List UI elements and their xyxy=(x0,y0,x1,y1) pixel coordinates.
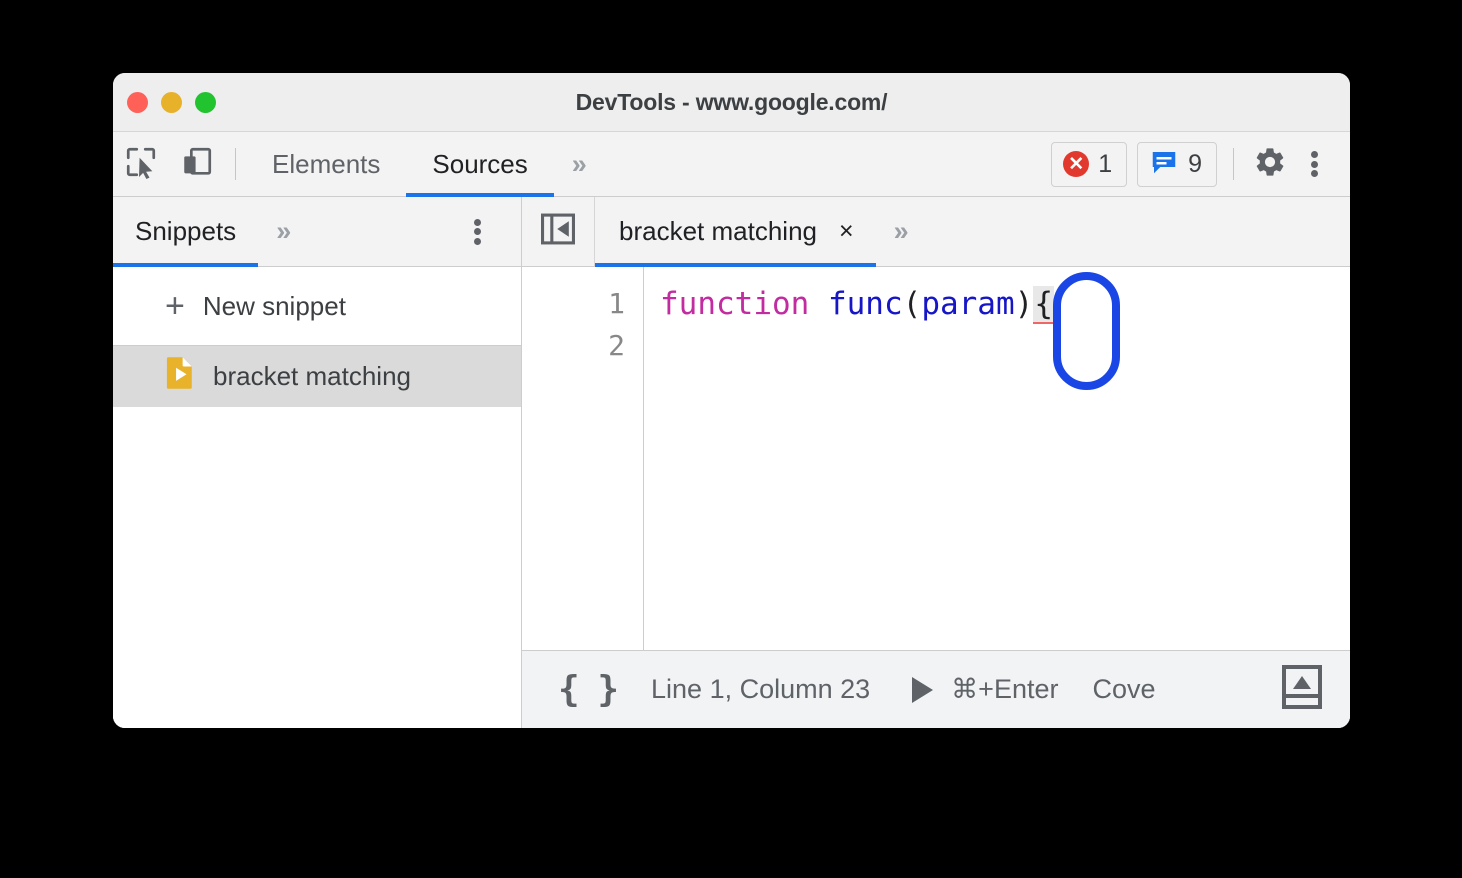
code-keyword: function xyxy=(660,286,810,322)
toolbar-right-group: ✕ 1 9 xyxy=(1051,132,1350,196)
collapse-sidebar-icon xyxy=(539,212,577,251)
tab-sources[interactable]: Sources xyxy=(406,132,555,197)
snippet-file-icon xyxy=(165,356,195,397)
title-bar: DevTools - www.google.com/ xyxy=(113,73,1350,132)
devtools-toolbar: Elements Sources » ✕ 1 9 xyxy=(113,132,1350,197)
sidebar-tab-snippets-label: Snippets xyxy=(135,216,237,246)
line-number: 1 xyxy=(608,287,625,320)
device-toolbar-icon xyxy=(180,145,214,184)
editor-more-tabs-button[interactable]: » xyxy=(876,197,923,266)
devtools-body: Snippets » + New snippet bracket matchin… xyxy=(113,197,1350,728)
inspect-element-icon xyxy=(124,145,158,184)
sidebar-more-tabs-button[interactable]: » xyxy=(258,197,305,266)
kebab-menu-icon xyxy=(473,216,481,247)
code-editor[interactable]: 1 2 function func(param){ xyxy=(522,267,1350,650)
gear-icon xyxy=(1253,145,1287,184)
plus-icon: + xyxy=(165,287,185,325)
message-count: 9 xyxy=(1188,149,1202,178)
chevron-double-right-icon: » xyxy=(893,216,909,246)
error-count: 1 xyxy=(1098,149,1113,178)
message-icon xyxy=(1149,147,1179,182)
message-counter-button[interactable]: 9 xyxy=(1137,141,1217,187)
drawer-toggle-icon xyxy=(1282,665,1322,713)
error-counter-button[interactable]: ✕ 1 xyxy=(1051,141,1128,187)
tab-sources-label: Sources xyxy=(432,148,528,179)
inspect-element-button[interactable] xyxy=(113,132,169,196)
toolbar-divider xyxy=(235,148,236,180)
new-snippet-label: New snippet xyxy=(202,290,346,321)
editor-tab-bracket-matching[interactable]: bracket matching × xyxy=(595,197,876,267)
editor-tab-label: bracket matching xyxy=(619,216,817,246)
tab-elements[interactable]: Elements xyxy=(246,132,406,196)
device-toolbar-button[interactable] xyxy=(169,132,225,196)
play-icon[interactable] xyxy=(912,676,934,703)
code-paren-close: ) xyxy=(1014,286,1034,322)
sources-navigator-sidebar: Snippets » + New snippet bracket matchin… xyxy=(113,197,522,728)
toolbar-right-divider xyxy=(1233,148,1234,180)
collapse-navigator-button[interactable] xyxy=(522,197,595,266)
sidebar-more-options-button[interactable] xyxy=(455,210,499,254)
run-shortcut-label: ⌘+Enter xyxy=(951,674,1059,704)
line-number: 2 xyxy=(608,329,625,362)
code-function-name: func xyxy=(827,286,903,322)
sidebar-empty-space xyxy=(113,407,521,728)
editor-pane: bracket matching × » 1 2 function func(p… xyxy=(522,197,1350,728)
settings-button[interactable] xyxy=(1248,142,1292,186)
code-open-brace-highlighted: { xyxy=(1033,286,1054,324)
list-item[interactable]: bracket matching xyxy=(113,346,521,407)
sidebar-tab-snippets[interactable]: Snippets xyxy=(113,197,259,267)
window-title: DevTools - www.google.com/ xyxy=(575,88,888,115)
line-number-gutter: 1 2 xyxy=(522,267,644,650)
chevron-double-right-icon: » xyxy=(276,216,291,246)
close-icon[interactable]: × xyxy=(839,219,854,244)
more-options-button[interactable] xyxy=(1292,142,1336,186)
more-panels-button[interactable]: » xyxy=(554,132,601,196)
editor-tab-bar: bracket matching × » xyxy=(522,197,1350,267)
new-snippet-button[interactable]: + New snippet xyxy=(113,267,521,346)
cursor-position: Line 1, Column 23 xyxy=(651,674,871,704)
pretty-print-button[interactable]: { } xyxy=(558,669,619,710)
code-paren-open: ( xyxy=(902,286,922,322)
devtools-window: DevTools - www.google.com/ Elements Sour… xyxy=(113,73,1350,728)
drawer-toggle-button[interactable] xyxy=(1282,665,1322,714)
chevron-double-right-icon: » xyxy=(571,148,587,179)
editor-status-bar: { } Line 1, Column 23 ⌘+Enter Cove xyxy=(522,650,1350,728)
snippet-name: bracket matching xyxy=(213,361,411,391)
tab-elements-label: Elements xyxy=(272,148,381,179)
code-content[interactable]: function func(param){ xyxy=(644,267,1350,650)
error-icon: ✕ xyxy=(1063,151,1090,177)
kebab-menu-icon xyxy=(1310,149,1318,180)
sidebar-tab-bar: Snippets » xyxy=(113,197,521,267)
code-parameter: param xyxy=(921,286,1015,322)
coverage-label[interactable]: Cove xyxy=(1092,674,1155,705)
